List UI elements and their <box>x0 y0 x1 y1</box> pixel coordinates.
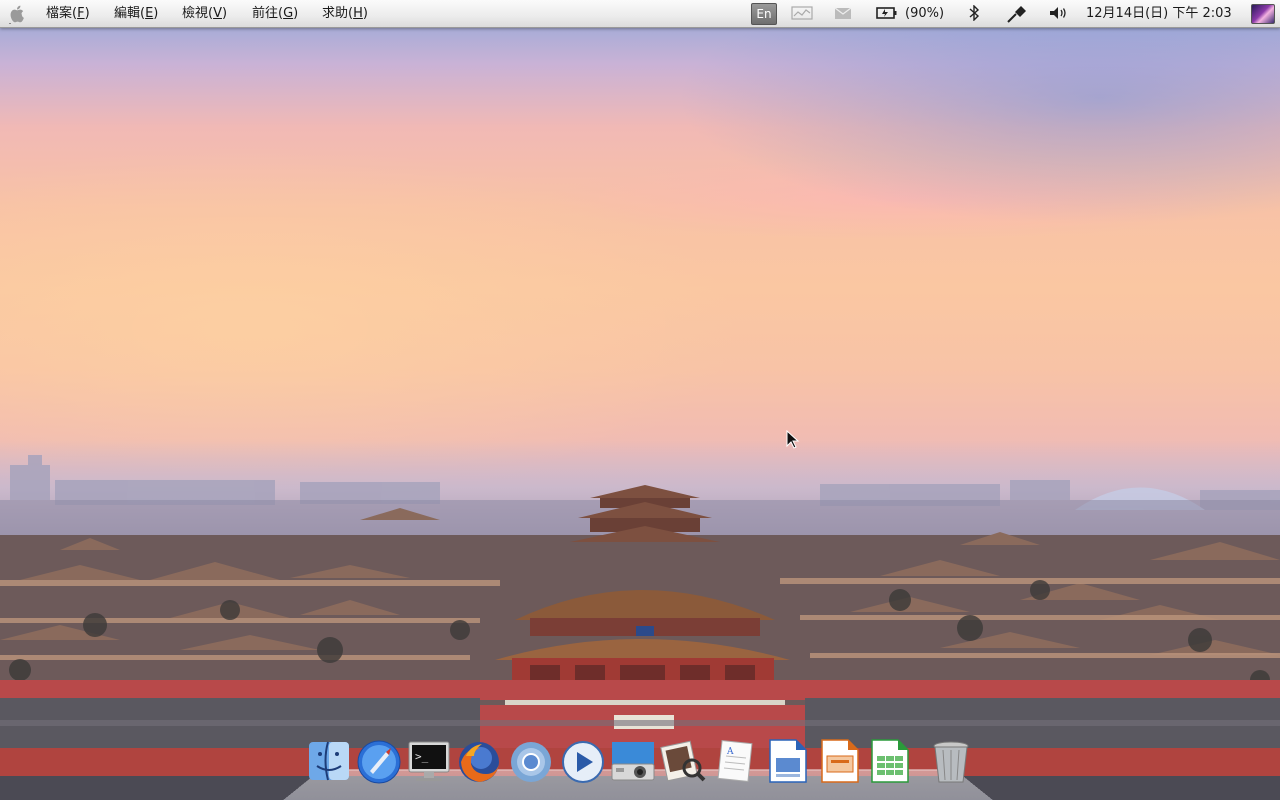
terminal-icon: >_ <box>408 741 450 781</box>
menu-file-label-end: ) <box>84 6 90 21</box>
bluetooth-icon <box>969 5 980 21</box>
menu-help-mnemonic: H <box>353 6 363 21</box>
menu-help-label: 求助( <box>322 6 354 21</box>
menu-go-mnemonic: G <box>283 6 294 21</box>
dock-item-launchpad[interactable] <box>356 738 404 788</box>
dock-item-chromium[interactable] <box>508 738 556 788</box>
menu-view[interactable]: 檢視(V) <box>182 0 227 27</box>
mouse-pointer-icon <box>786 430 800 449</box>
svg-text:A: A <box>726 747 734 757</box>
menu-go[interactable]: 前往(G) <box>252 0 298 27</box>
menu-edit-label: 編輯( <box>114 6 146 21</box>
bluetooth-indicator[interactable] <box>966 0 982 27</box>
apple-menu-button[interactable] <box>6 0 32 27</box>
preview-icon <box>660 740 706 782</box>
dock-item-impress[interactable] <box>816 738 864 788</box>
battery-indicator[interactable] <box>876 0 898 27</box>
input-method-indicator[interactable]: En <box>751 3 777 25</box>
firefox-icon <box>459 742 499 782</box>
dock-item-firefox[interactable] <box>456 738 504 788</box>
messaging-indicator[interactable] <box>833 0 853 27</box>
menu-help[interactable]: 求助(H) <box>322 0 368 27</box>
menu-edit-label-end: ) <box>153 6 159 21</box>
menu-view-label: 檢視( <box>182 6 214 21</box>
battery-charging-icon <box>876 7 897 19</box>
dock-item-preview[interactable] <box>660 738 708 788</box>
sound-indicator[interactable] <box>1048 0 1070 27</box>
media-player-icon <box>562 741 604 783</box>
wallpaper-sky <box>0 28 1280 508</box>
user-session-icon[interactable] <box>1251 4 1275 24</box>
menu-file-mnemonic: F <box>77 6 85 21</box>
photo-booth-icon <box>611 742 655 781</box>
menu-go-label-end: ) <box>293 6 299 21</box>
top-menu-bar: 檔案(F) 編輯(E) 檢視(V) 前往(G) 求助(H) En (90%) 1… <box>0 0 1280 28</box>
menu-help-label-end: ) <box>362 6 368 21</box>
menu-edit[interactable]: 編輯(E) <box>114 0 158 27</box>
text-editor-icon: A <box>717 739 753 783</box>
calc-icon <box>871 739 909 783</box>
menu-go-label: 前往( <box>252 6 284 21</box>
dock-item-text-editor[interactable]: A <box>712 738 760 788</box>
menu-view-mnemonic: V <box>213 6 222 21</box>
launchpad-rocket-icon <box>357 740 401 784</box>
network-indicator[interactable] <box>1006 0 1028 27</box>
finder-icon <box>309 741 349 781</box>
writer-icon <box>769 739 807 783</box>
clock[interactable]: 12月14日(日) 下午 2:03 <box>1086 0 1232 27</box>
system-monitor-indicator[interactable] <box>791 0 813 27</box>
system-monitor-icon <box>791 6 813 20</box>
dock-item-media-player[interactable] <box>560 738 608 788</box>
envelope-icon <box>834 7 852 19</box>
dock-item-calc[interactable] <box>866 738 914 788</box>
trash-icon <box>933 741 969 783</box>
dock-item-trash[interactable] <box>928 738 976 788</box>
volume-icon <box>1050 7 1066 19</box>
svg-text:>_: >_ <box>415 750 429 763</box>
dock-item-finder[interactable] <box>306 738 354 788</box>
desktop[interactable]: 檔案(F) 編輯(E) 檢視(V) 前往(G) 求助(H) En (90%) 1… <box>0 0 1280 800</box>
dock-item-terminal[interactable]: >_ <box>406 738 454 788</box>
chromium-icon <box>511 742 551 782</box>
network-wired-icon <box>1007 6 1026 23</box>
menu-view-label-end: ) <box>221 6 228 21</box>
apple-logo-icon <box>9 5 24 24</box>
dock-item-writer[interactable] <box>764 738 812 788</box>
menu-file[interactable]: 檔案(F) <box>46 0 90 27</box>
dock-item-photo-booth[interactable] <box>610 738 658 788</box>
impress-icon <box>821 739 859 783</box>
battery-percentage: (90%) <box>905 6 945 21</box>
menu-file-label: 檔案( <box>46 6 78 21</box>
